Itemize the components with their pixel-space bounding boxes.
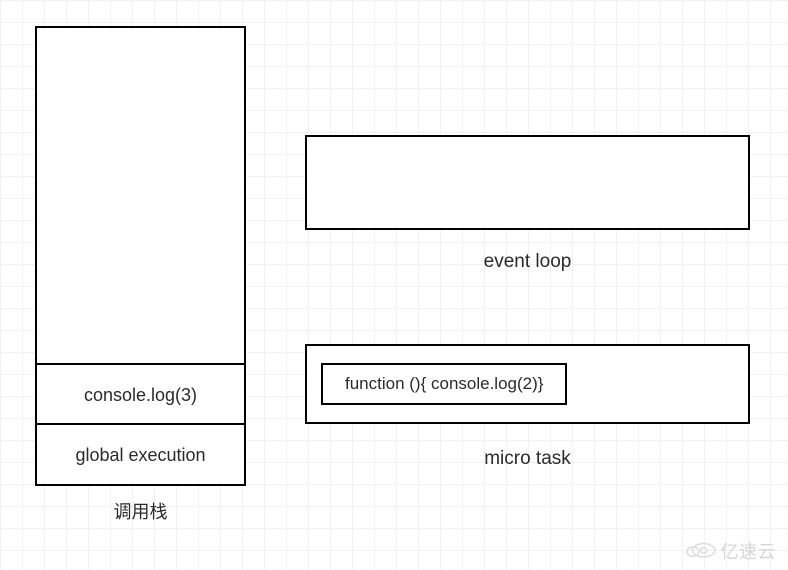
call-stack-frame: global execution <box>37 423 244 483</box>
call-stack-label: 调用栈 <box>35 498 246 524</box>
event-loop-label: event loop <box>305 251 750 273</box>
micro-task-label: micro task <box>305 448 750 470</box>
watermark-text: 亿速云 <box>721 538 777 564</box>
call-stack-box: console.log(3) global execution <box>35 26 246 486</box>
cloud-icon <box>685 539 717 564</box>
watermark: 亿速云 <box>685 538 777 564</box>
micro-task-box: function (){ console.log(2)} <box>305 344 750 424</box>
diagram-canvas: console.log(3) global execution 调用栈 even… <box>0 0 788 570</box>
event-loop-box <box>305 135 750 230</box>
call-stack-frame: console.log(3) <box>37 363 244 423</box>
micro-task-item: function (){ console.log(2)} <box>321 363 567 405</box>
call-stack-empty-space <box>37 28 244 363</box>
